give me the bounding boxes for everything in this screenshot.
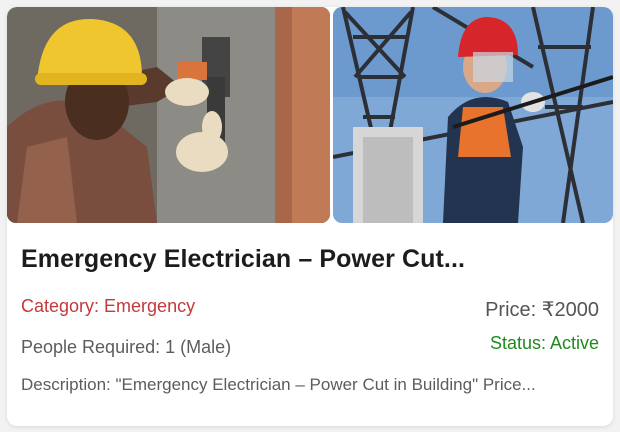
service-title[interactable]: Emergency Electrician – Power Cut...: [21, 245, 601, 274]
service-card[interactable]: Emergency Electrician – Power Cut... Cat…: [7, 7, 613, 426]
electrician-panel-photo: [7, 7, 330, 223]
status-label: Status: Active: [489, 333, 599, 353]
category-label: Category: Emergency: [21, 296, 196, 316]
people-required-label: People Required: 1 (Male): [21, 337, 232, 357]
electrician-tower-photo: [333, 7, 613, 223]
service-photos: [7, 7, 613, 223]
description-text: Description: "Emergency Electrician – Po…: [21, 375, 536, 394]
price-label: Price: ₹2000: [485, 299, 599, 321]
